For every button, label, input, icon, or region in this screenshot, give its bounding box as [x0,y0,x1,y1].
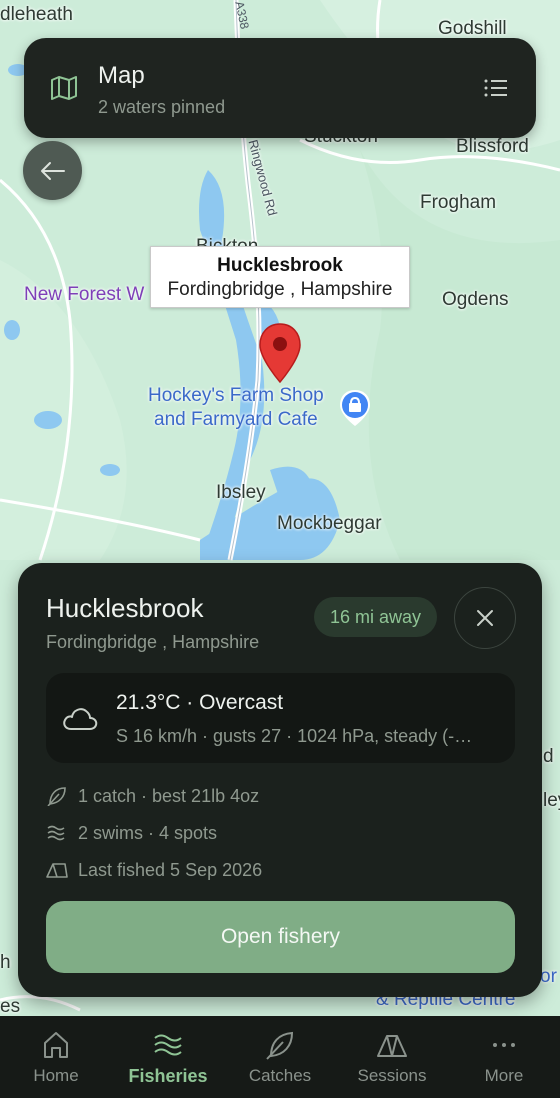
callout-title: Hucklesbrook [217,255,343,276]
swims-text: 2 swims · 4 spots [78,822,218,843]
place-label: d [543,746,554,767]
poi-label[interactable]: Hockey's Farm Shop and Farmyard Cafe [148,384,324,432]
nav-item-label: Catches [248,1066,312,1085]
list-icon[interactable] [482,74,510,102]
place-label: Frogham [420,192,497,213]
nav-item-home[interactable]: Home [0,1016,112,1098]
fishery-location: Fordingbridge , Hampshire [46,632,260,652]
catches-text: 1 catch · best 21lb 4oz [78,785,260,806]
waves-icon [154,1034,182,1056]
place-label: es [0,996,21,1017]
open-fishery-button[interactable]: Open fishery [46,901,515,973]
arrow-left-icon [40,161,65,180]
nav-item-label: Sessions [357,1066,427,1085]
back-button[interactable] [23,141,82,200]
tent-icon [377,1035,407,1057]
nav-item-more[interactable]: More [448,1016,560,1098]
home-icon [44,1032,68,1058]
fishery-sheet: Hucklesbrook Fordingbridge , Hampshire 1… [18,563,542,997]
callout-subtitle: Fordingbridge , Hampshire [167,279,393,300]
place-label: Mockbeggar [277,513,382,534]
page-title: Map [98,62,145,89]
place-label: Blissford [456,136,529,157]
swims-stat: 2 swims · 4 spots [46,821,217,845]
place-label: Godshill [438,18,507,39]
map-callout[interactable]: Hucklesbrook Fordingbridge , Hampshire [150,246,410,308]
nav-item-catches[interactable]: Catches [224,1016,336,1098]
more-icon [493,1043,515,1047]
place-label: ley [543,790,560,811]
place-label: Ogdens [442,289,509,310]
park-label: New Forest W [24,284,145,305]
nav-item-label: Fisheries [128,1066,208,1086]
tent-icon [46,863,68,878]
weather-detail: S 16 km/h · gusts 27 · 1024 hPa, steady … [116,726,473,746]
weather-card: 21.3°C · Overcast S 16 km/h · gusts 27 ·… [46,673,515,763]
close-icon [477,610,493,626]
weather-headline: 21.3°C · Overcast [116,691,284,714]
map-icon [51,76,77,100]
leaf-icon [47,787,66,806]
leaf-icon [266,1031,294,1060]
last-fished-stat: Last fished 5 Sep 2026 [46,858,262,882]
cloud-icon [63,708,98,730]
fishery-name: Hucklesbrook [46,593,204,623]
close-button[interactable] [454,587,516,649]
distance-badge: 16 mi away [314,597,438,637]
top-bar: Map 2 waters pinned [24,38,536,138]
map-pin-icon[interactable] [258,322,302,384]
nav-item-label: More [484,1066,524,1085]
place-label: Ibsley [216,482,266,503]
poi-label: or [540,966,557,987]
place-label: h [0,952,11,973]
nav-item-sessions[interactable]: Sessions [336,1016,448,1098]
page-subtitle: 2 waters pinned [98,97,226,117]
nav-item-fisheries[interactable]: Fisheries [112,1016,224,1098]
waves-icon [47,825,65,841]
nav-item-label: Home [33,1066,79,1085]
bottom-nav: Home Fisheries Catches Sessions More [0,1016,560,1098]
shopping-bag-icon[interactable] [338,388,372,428]
catches-stat: 1 catch · best 21lb 4oz [46,784,259,808]
last-fished-text: Last fished 5 Sep 2026 [78,859,263,880]
place-label: dleheath [0,4,73,25]
